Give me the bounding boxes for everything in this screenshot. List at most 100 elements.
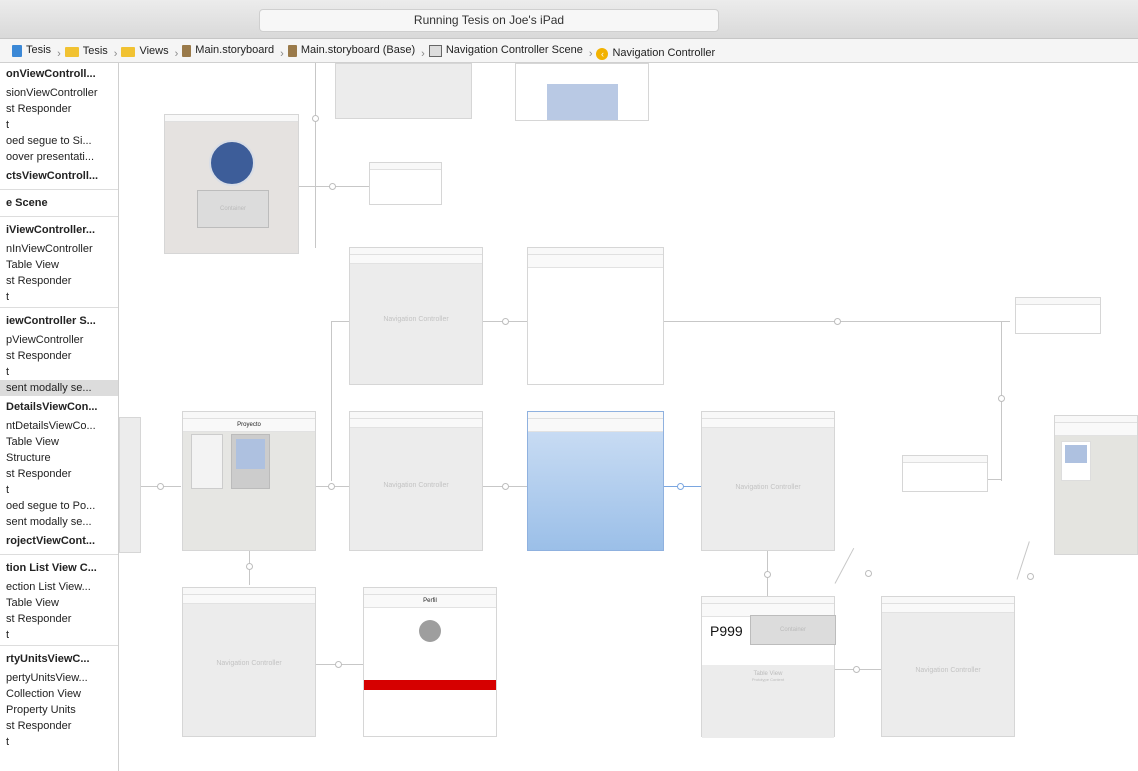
outline-item[interactable]: st Responder bbox=[0, 466, 118, 482]
segue-icon[interactable] bbox=[329, 183, 336, 190]
logout-button[interactable] bbox=[364, 680, 496, 690]
chevron-right-icon: › bbox=[280, 47, 284, 60]
activity-status: Running Tesis on Joe's iPad bbox=[259, 9, 719, 32]
scene[interactable] bbox=[515, 63, 649, 121]
outline-item[interactable]: Table View bbox=[0, 257, 118, 273]
outline-item[interactable]: st Responder bbox=[0, 101, 118, 117]
outline-divider bbox=[0, 645, 118, 646]
breadcrumb-item[interactable]: Views bbox=[121, 40, 169, 62]
segue-icon[interactable] bbox=[328, 483, 335, 490]
outline-item[interactable]: pertyUnitsView... bbox=[0, 670, 118, 686]
segue-icon[interactable] bbox=[865, 570, 872, 577]
outline-item[interactable]: st Responder bbox=[0, 273, 118, 289]
scene[interactable]: Navigation Controller bbox=[349, 247, 483, 385]
scene[interactable] bbox=[335, 63, 472, 119]
container-view: Container bbox=[750, 615, 836, 645]
segue-icon[interactable] bbox=[677, 483, 684, 490]
segue-icon[interactable] bbox=[157, 483, 164, 490]
outline-item[interactable]: oed segue to Po... bbox=[0, 498, 118, 514]
segue-icon[interactable] bbox=[502, 318, 509, 325]
outline-item[interactable]: tion List View C... bbox=[0, 557, 118, 579]
scene[interactable]: Perfil bbox=[363, 587, 497, 737]
scene[interactable]: Proyecto bbox=[182, 411, 316, 551]
breadcrumb-label: Main.storyboard (Base) bbox=[300, 44, 416, 56]
scene[interactable]: Navigation Controller bbox=[881, 596, 1015, 737]
scene[interactable]: Navigation Controller bbox=[349, 411, 483, 551]
outline-item[interactable]: onViewControll... bbox=[0, 63, 118, 85]
scene[interactable] bbox=[119, 417, 141, 553]
outline-item[interactable]: sionViewController bbox=[0, 85, 118, 101]
outline-item[interactable]: ntDetailsViewCo... bbox=[0, 418, 118, 434]
breadcrumb-item[interactable]: Tesis bbox=[12, 39, 51, 62]
outline-item[interactable]: DetailsViewCon... bbox=[0, 396, 118, 418]
outline-item[interactable]: t bbox=[0, 734, 118, 750]
scene[interactable]: P999 Container Table View Prototype Cont… bbox=[701, 596, 836, 738]
segue-line bbox=[834, 547, 855, 584]
outline-item[interactable]: pViewController bbox=[0, 332, 118, 348]
outline-item[interactable]: st Responder bbox=[0, 718, 118, 734]
document-outline[interactable]: onViewControll... sionViewController st Re… bbox=[0, 63, 119, 771]
outline-item[interactable]: oed segue to Si... bbox=[0, 133, 118, 149]
scene[interactable] bbox=[369, 162, 442, 205]
scene[interactable] bbox=[1054, 415, 1138, 555]
avatar bbox=[209, 140, 255, 186]
storyboard-canvas[interactable]: Container Navigation Controller Proyecto… bbox=[119, 63, 1138, 771]
outline-item[interactable]: t bbox=[0, 289, 118, 305]
scene[interactable] bbox=[527, 247, 664, 385]
outline-item[interactable]: iewController S... bbox=[0, 310, 118, 332]
scene[interactable] bbox=[902, 455, 988, 492]
outline-item[interactable]: oover presentati... bbox=[0, 149, 118, 165]
segue-line bbox=[331, 321, 349, 322]
collection-cell bbox=[191, 434, 223, 489]
chevron-right-icon: › bbox=[588, 47, 593, 60]
scene[interactable]: Navigation Controller bbox=[182, 587, 316, 737]
outline-item[interactable]: Collection View bbox=[0, 686, 118, 702]
breadcrumb-item[interactable]: Navigation Controller Scene bbox=[428, 39, 583, 62]
breadcrumb-item[interactable]: Main.storyboard bbox=[182, 39, 274, 62]
collection-cell bbox=[231, 434, 270, 489]
segue-icon[interactable] bbox=[834, 318, 841, 325]
outline-item[interactable]: Structure bbox=[0, 450, 118, 466]
segue-icon[interactable] bbox=[335, 661, 342, 668]
segue-icon[interactable] bbox=[764, 571, 771, 578]
scene[interactable] bbox=[1015, 297, 1101, 334]
file-icon bbox=[12, 44, 22, 57]
outline-item[interactable]: rojectViewCont... bbox=[0, 530, 118, 552]
outline-item[interactable]: ection List View... bbox=[0, 579, 118, 595]
breadcrumb-item[interactable]: ‹ Navigation Controller bbox=[596, 42, 715, 62]
segue-icon[interactable] bbox=[1027, 573, 1034, 580]
breadcrumb-item[interactable]: Main.storyboard (Base) bbox=[287, 39, 416, 62]
outline-item[interactable]: t bbox=[0, 364, 118, 380]
scene-icon bbox=[428, 44, 442, 57]
outline-item[interactable]: ctsViewControll... bbox=[0, 165, 118, 187]
chevron-right-icon: › bbox=[113, 47, 118, 60]
scene[interactable]: Container bbox=[164, 114, 299, 254]
outline-item[interactable]: st Responder bbox=[0, 611, 118, 627]
breadcrumb-item[interactable]: Tesis bbox=[64, 40, 108, 62]
breadcrumb: Tesis › Tesis › Views › Main.storyboard › Main.s… bbox=[0, 39, 1138, 63]
segue-icon[interactable] bbox=[246, 563, 253, 570]
outline-item[interactable]: st Responder bbox=[0, 348, 118, 364]
segue-icon[interactable] bbox=[853, 666, 860, 673]
outline-item[interactable]: Property Units bbox=[0, 702, 118, 718]
collection-cell bbox=[1061, 441, 1091, 481]
outline-item[interactable]: sent modally se... bbox=[0, 380, 118, 396]
segue-line bbox=[315, 63, 316, 248]
outline-item[interactable]: Table View bbox=[0, 434, 118, 450]
segue-icon[interactable] bbox=[502, 483, 509, 490]
outline-item[interactable]: iViewController... bbox=[0, 219, 118, 241]
outline-item[interactable]: rtyUnitsViewC... bbox=[0, 648, 118, 670]
outline-item[interactable]: Table View bbox=[0, 595, 118, 611]
outline-item[interactable]: t bbox=[0, 482, 118, 498]
outline-item[interactable]: nInViewController bbox=[0, 241, 118, 257]
outline-item[interactable]: sent modally se... bbox=[0, 514, 118, 530]
outline-item[interactable]: t bbox=[0, 117, 118, 133]
breadcrumb-label: Main.storyboard bbox=[195, 44, 275, 56]
segue-icon[interactable] bbox=[998, 395, 1005, 402]
segue-icon[interactable] bbox=[312, 115, 319, 122]
scene[interactable] bbox=[527, 411, 664, 551]
outline-item[interactable]: e Scene bbox=[0, 192, 118, 214]
outline-item[interactable]: t bbox=[0, 627, 118, 643]
chevron-right-icon: › bbox=[174, 47, 179, 60]
scene[interactable]: Navigation Controller bbox=[701, 411, 835, 551]
